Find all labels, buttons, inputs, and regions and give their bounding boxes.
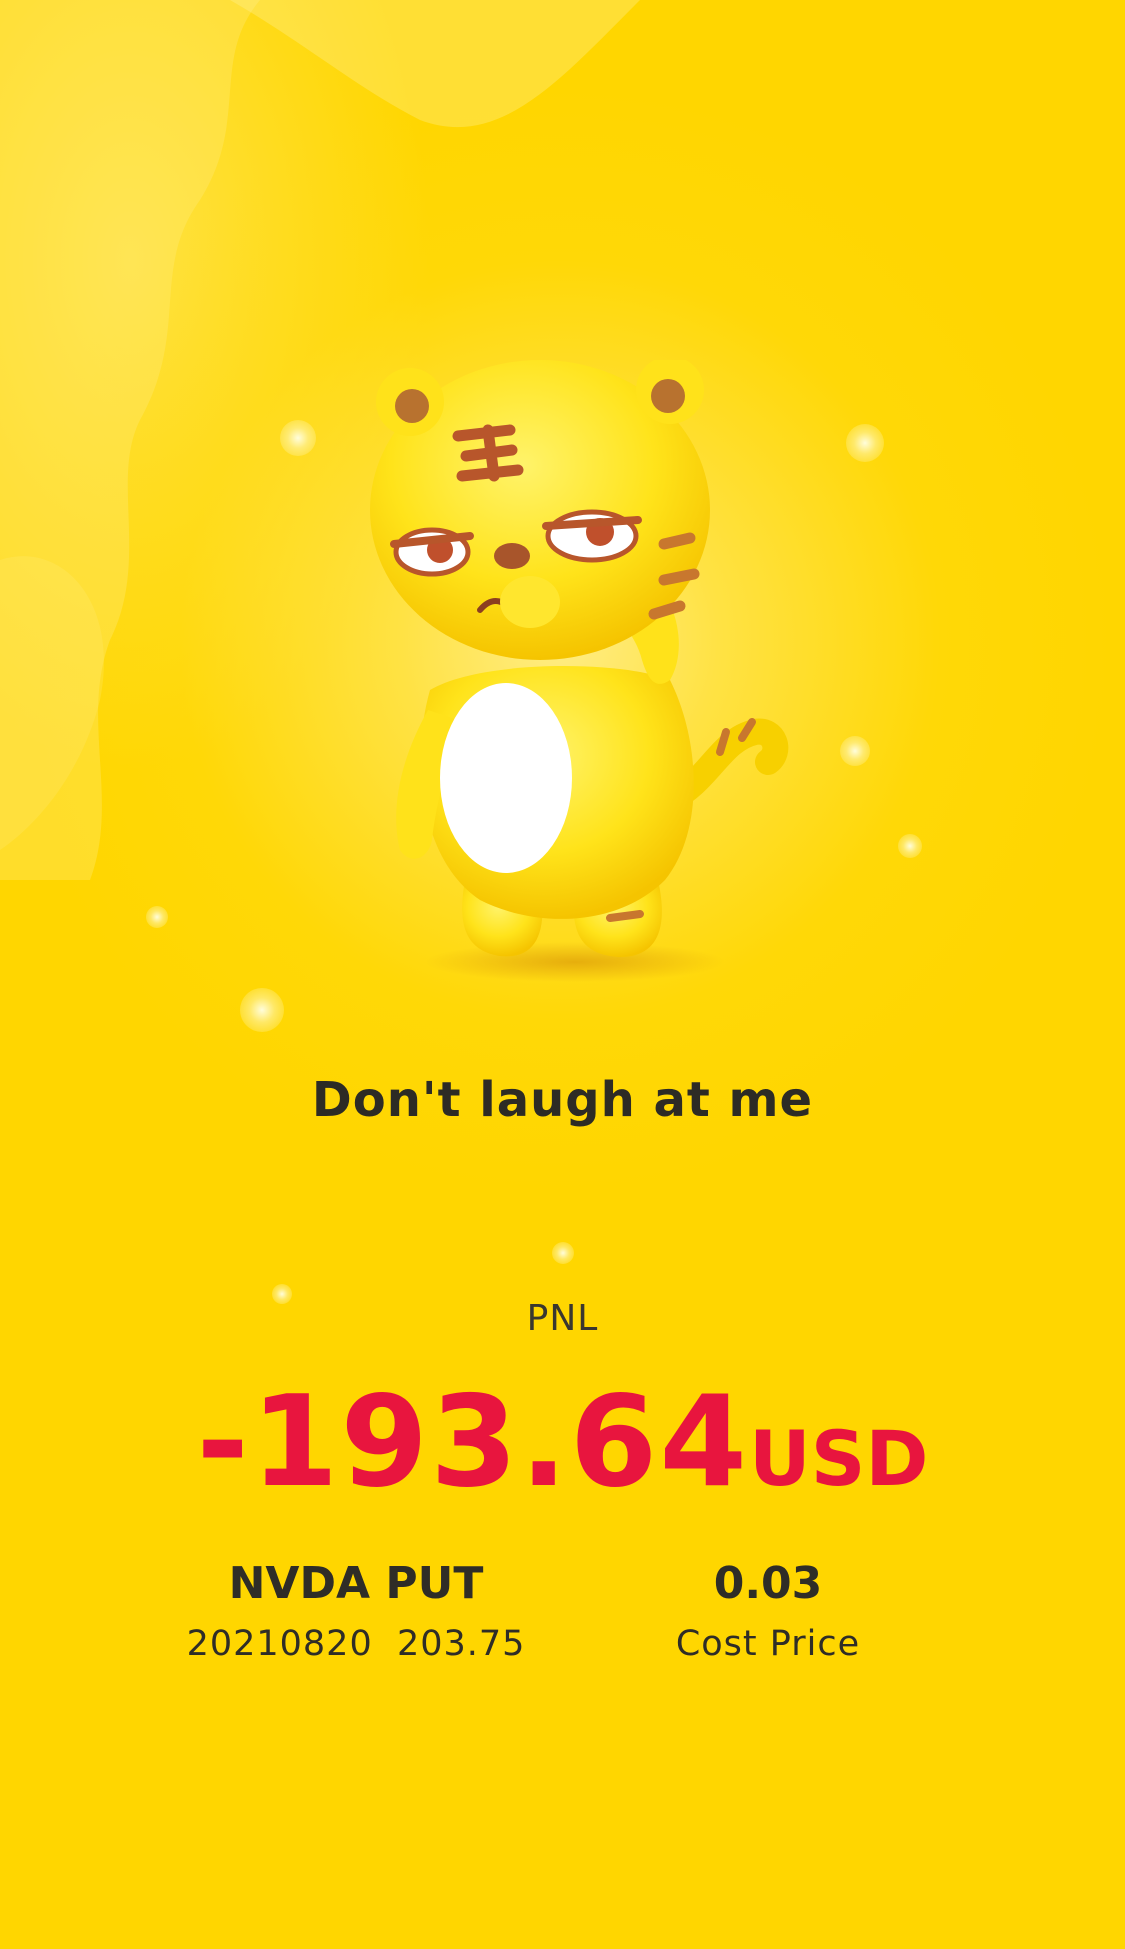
sparkle xyxy=(280,420,316,456)
sparkle xyxy=(146,906,168,928)
cost-price-value: 0.03 xyxy=(713,1558,823,1609)
tagline: Don't laugh at me xyxy=(311,1072,814,1128)
pnl-currency: USD xyxy=(748,1414,929,1503)
cost-price-label: Cost Price xyxy=(675,1624,861,1664)
sparkle xyxy=(240,988,284,1032)
pnl-label: PNL xyxy=(526,1298,599,1339)
pnl-value: -193.64 xyxy=(196,1368,749,1515)
pnl-share-card: Don't laugh at me PNL -193.64USD NVDA PU… xyxy=(0,0,1125,1949)
contract-name: NVDA PUT xyxy=(228,1558,484,1609)
sparkle xyxy=(552,1242,574,1264)
contract-detail: 20210820 203.75 xyxy=(186,1624,526,1664)
sparkle xyxy=(846,424,884,462)
tiger-mascot-icon xyxy=(370,360,789,982)
pnl-amount: -193.64USD xyxy=(0,1368,1125,1515)
sparkle xyxy=(898,834,922,858)
cost-info: 0.03 Cost Price xyxy=(578,1556,958,1668)
sparkle xyxy=(840,736,870,766)
contract-info: NVDA PUT 20210820 203.75 xyxy=(166,1556,546,1668)
